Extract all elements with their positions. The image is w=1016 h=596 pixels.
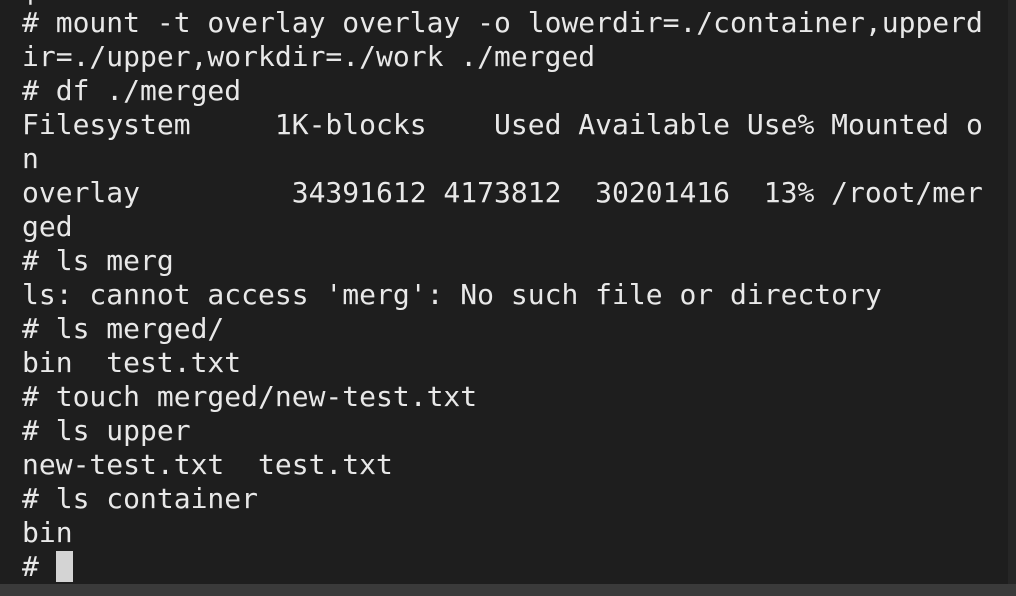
- terminal-line: ir=./upper,workdir=./work ./merged: [22, 40, 596, 73]
- terminal-window[interactable]: |# mount -t overlay overlay -o lowerdir=…: [0, 0, 1016, 584]
- terminal-line: bin test.txt: [22, 346, 242, 379]
- terminal-output: |# mount -t overlay overlay -o lowerdir=…: [22, 0, 1007, 584]
- terminal-line: # ls container: [22, 482, 259, 515]
- terminal-line: # ls upper: [22, 414, 191, 447]
- terminal-line: overlay 34391612 4173812 30201416 13% /r…: [22, 176, 983, 209]
- terminal-line: # ls merged/: [22, 312, 225, 345]
- terminal-line: bin: [22, 516, 73, 549]
- terminal-line: Filesystem 1K-blocks Used Available Use%…: [22, 108, 983, 141]
- terminal-line: # touch merged/new-test.txt: [22, 380, 478, 413]
- prompt-line[interactable]: #: [22, 550, 1007, 584]
- terminal-line: n: [22, 142, 39, 175]
- bottom-strip: [0, 584, 1016, 596]
- terminal-line: # mount -t overlay overlay -o lowerdir=.…: [22, 6, 983, 39]
- terminal-line: ls: cannot access 'merg': No such file o…: [22, 278, 882, 311]
- terminal-scrollbar[interactable]: [1008, 0, 1016, 584]
- prompt-symbol: #: [22, 550, 56, 583]
- terminal-line: # ls merg: [22, 244, 174, 277]
- terminal-line: new-test.txt test.txt: [22, 448, 393, 481]
- terminal-line: # df ./merged: [22, 74, 242, 107]
- text-cursor: [55, 551, 73, 582]
- terminal-line: ged: [22, 210, 73, 243]
